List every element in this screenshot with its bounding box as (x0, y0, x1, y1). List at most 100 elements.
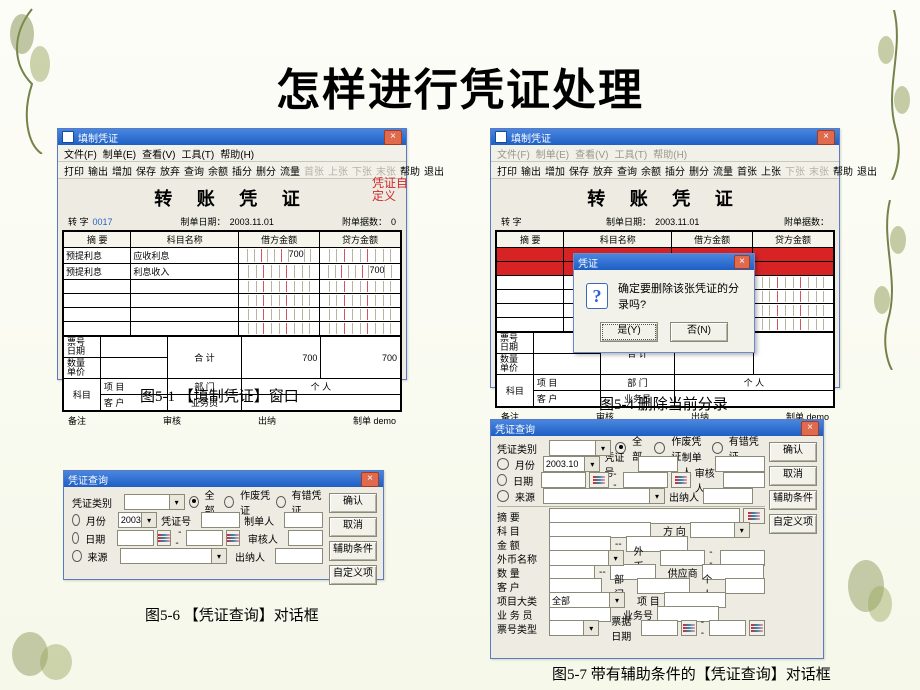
scope-err-radio[interactable] (276, 496, 286, 508)
custom-button[interactable]: 自定义项 (329, 565, 377, 585)
tb-insline[interactable]: 插分 (665, 163, 685, 178)
cancel-button[interactable]: 取消 (769, 466, 817, 486)
reviewer-input[interactable] (288, 530, 323, 546)
billdate-from[interactable] (641, 620, 678, 636)
date-radio[interactable] (497, 474, 507, 486)
scope-err-radio[interactable] (712, 442, 723, 454)
voucher-no-input[interactable] (638, 456, 678, 472)
date-radio[interactable] (72, 532, 79, 544)
scope-all-radio[interactable] (189, 496, 199, 508)
tb-exit[interactable]: 退出 (424, 163, 444, 178)
source-radio[interactable] (497, 490, 509, 502)
tb-prev[interactable]: 上张 (761, 163, 781, 178)
date-picker-button[interactable] (749, 620, 765, 636)
entry-row[interactable]: 预提利息 利息收入 700 (64, 264, 401, 280)
tb-save[interactable]: 保存 (136, 163, 156, 178)
tb-balance[interactable]: 余额 (208, 163, 228, 178)
entry-row[interactable] (64, 308, 401, 322)
menu-help[interactable]: 帮助(H) (220, 146, 254, 161)
cashier-input[interactable] (703, 488, 753, 504)
tb-delline[interactable]: 删分 (256, 163, 276, 178)
tb-delline[interactable]: 删分 (689, 163, 709, 178)
date-picker-button[interactable] (681, 620, 697, 636)
reviewer-input[interactable] (723, 472, 765, 488)
tb-insline[interactable]: 插分 (232, 163, 252, 178)
tb-exit[interactable]: 退出 (857, 163, 877, 178)
yes-button[interactable]: 是(Y) (600, 322, 658, 342)
cashier-input[interactable] (275, 548, 323, 564)
menu-tool[interactable]: 工具(T) (181, 146, 214, 161)
menu-help: 帮助(H) (653, 146, 687, 161)
tb-discard[interactable]: 放弃 (593, 163, 613, 178)
tb-first[interactable]: 首张 (737, 163, 757, 178)
tb-add[interactable]: 增加 (112, 163, 132, 178)
tb-flow[interactable]: 流量 (280, 163, 300, 178)
aux-button[interactable]: 辅助条件 (769, 490, 817, 510)
date-from-input[interactable] (117, 530, 154, 546)
close-icon[interactable]: × (384, 130, 402, 145)
date-from-input[interactable] (541, 472, 586, 488)
entry-row[interactable]: 预提利息 应收利息 700 (64, 248, 401, 264)
month-radio[interactable] (497, 458, 509, 470)
source-select[interactable]: ▾ (120, 548, 228, 564)
entry-row[interactable] (64, 280, 401, 294)
ok-button[interactable]: 确认 (769, 442, 817, 462)
menu-file[interactable]: 文件(F) (64, 146, 97, 161)
tb-help[interactable]: 帮助 (833, 163, 853, 178)
foreign-select[interactable]: ▾ (549, 550, 624, 566)
type-select[interactable]: ▾ (124, 494, 185, 510)
date-picker-button[interactable] (226, 530, 240, 546)
close-icon[interactable]: × (801, 421, 819, 436)
direction-select[interactable]: ▾ (690, 522, 750, 538)
no-button[interactable]: 否(N) (670, 322, 728, 342)
person-input[interactable] (725, 578, 765, 594)
date-to-input[interactable] (623, 472, 668, 488)
date-to-input[interactable] (186, 530, 223, 546)
tb-query[interactable]: 查询 (184, 163, 204, 178)
chevron-down-icon: ▾ (169, 495, 184, 509)
maker-value: demo (373, 416, 396, 426)
maker-input[interactable] (284, 512, 323, 528)
kind-no[interactable]: 0017 (93, 217, 113, 227)
date-picker-button[interactable] (157, 530, 171, 546)
close-icon[interactable]: × (734, 255, 750, 269)
tb-add[interactable]: 增加 (545, 163, 565, 178)
tb-print[interactable]: 打印 (497, 163, 517, 178)
tb-export[interactable]: 输出 (88, 163, 108, 178)
date-picker-button[interactable] (671, 472, 691, 488)
attach-count[interactable]: 0 (391, 217, 396, 227)
type-select[interactable]: ▾ (549, 440, 611, 456)
voucher-grid[interactable]: 摘 要 科目名称 借方金额 贷方金额 预提利息 应收利息 700 预提利息 利息… (63, 231, 401, 336)
scope-made-radio[interactable] (654, 442, 665, 454)
menu-edit[interactable]: 制单(E) (103, 146, 136, 161)
billdate-to[interactable] (709, 620, 746, 636)
tb-export[interactable]: 输出 (521, 163, 541, 178)
tb-query[interactable]: 查询 (617, 163, 637, 178)
voucher-date[interactable]: 2003.11.01 (230, 217, 274, 227)
month-select[interactable]: 2003.10▾ (118, 512, 157, 528)
month-radio[interactable] (72, 514, 80, 526)
aux-button[interactable]: 辅助条件 (329, 541, 377, 561)
entry-row[interactable] (64, 322, 401, 336)
month-select[interactable]: 2003.10▾ (543, 456, 600, 472)
tb-save[interactable]: 保存 (569, 163, 589, 178)
cancel-button[interactable]: 取消 (329, 517, 377, 537)
billkind-select[interactable]: ▾ (549, 620, 599, 636)
tb-balance[interactable]: 余额 (641, 163, 661, 178)
source-select[interactable]: ▾ (543, 488, 665, 504)
close-icon[interactable]: × (361, 472, 379, 487)
tb-print[interactable]: 打印 (64, 163, 84, 178)
tb-flow[interactable]: 流量 (713, 163, 733, 178)
tb-discard[interactable]: 放弃 (160, 163, 180, 178)
custom-button[interactable]: 自定义项 (769, 514, 817, 534)
maker-input[interactable] (715, 456, 765, 472)
ok-button[interactable]: 确认 (329, 493, 377, 513)
entry-row[interactable] (64, 294, 401, 308)
project-cat-select[interactable]: 全部▾ (549, 592, 625, 608)
voucher-no-input[interactable] (201, 512, 240, 528)
source-radio[interactable] (72, 550, 82, 562)
date-picker-button[interactable] (589, 472, 609, 488)
close-icon[interactable]: × (817, 130, 835, 145)
scope-made-radio[interactable] (224, 496, 234, 508)
menu-view[interactable]: 查看(V) (142, 146, 175, 161)
